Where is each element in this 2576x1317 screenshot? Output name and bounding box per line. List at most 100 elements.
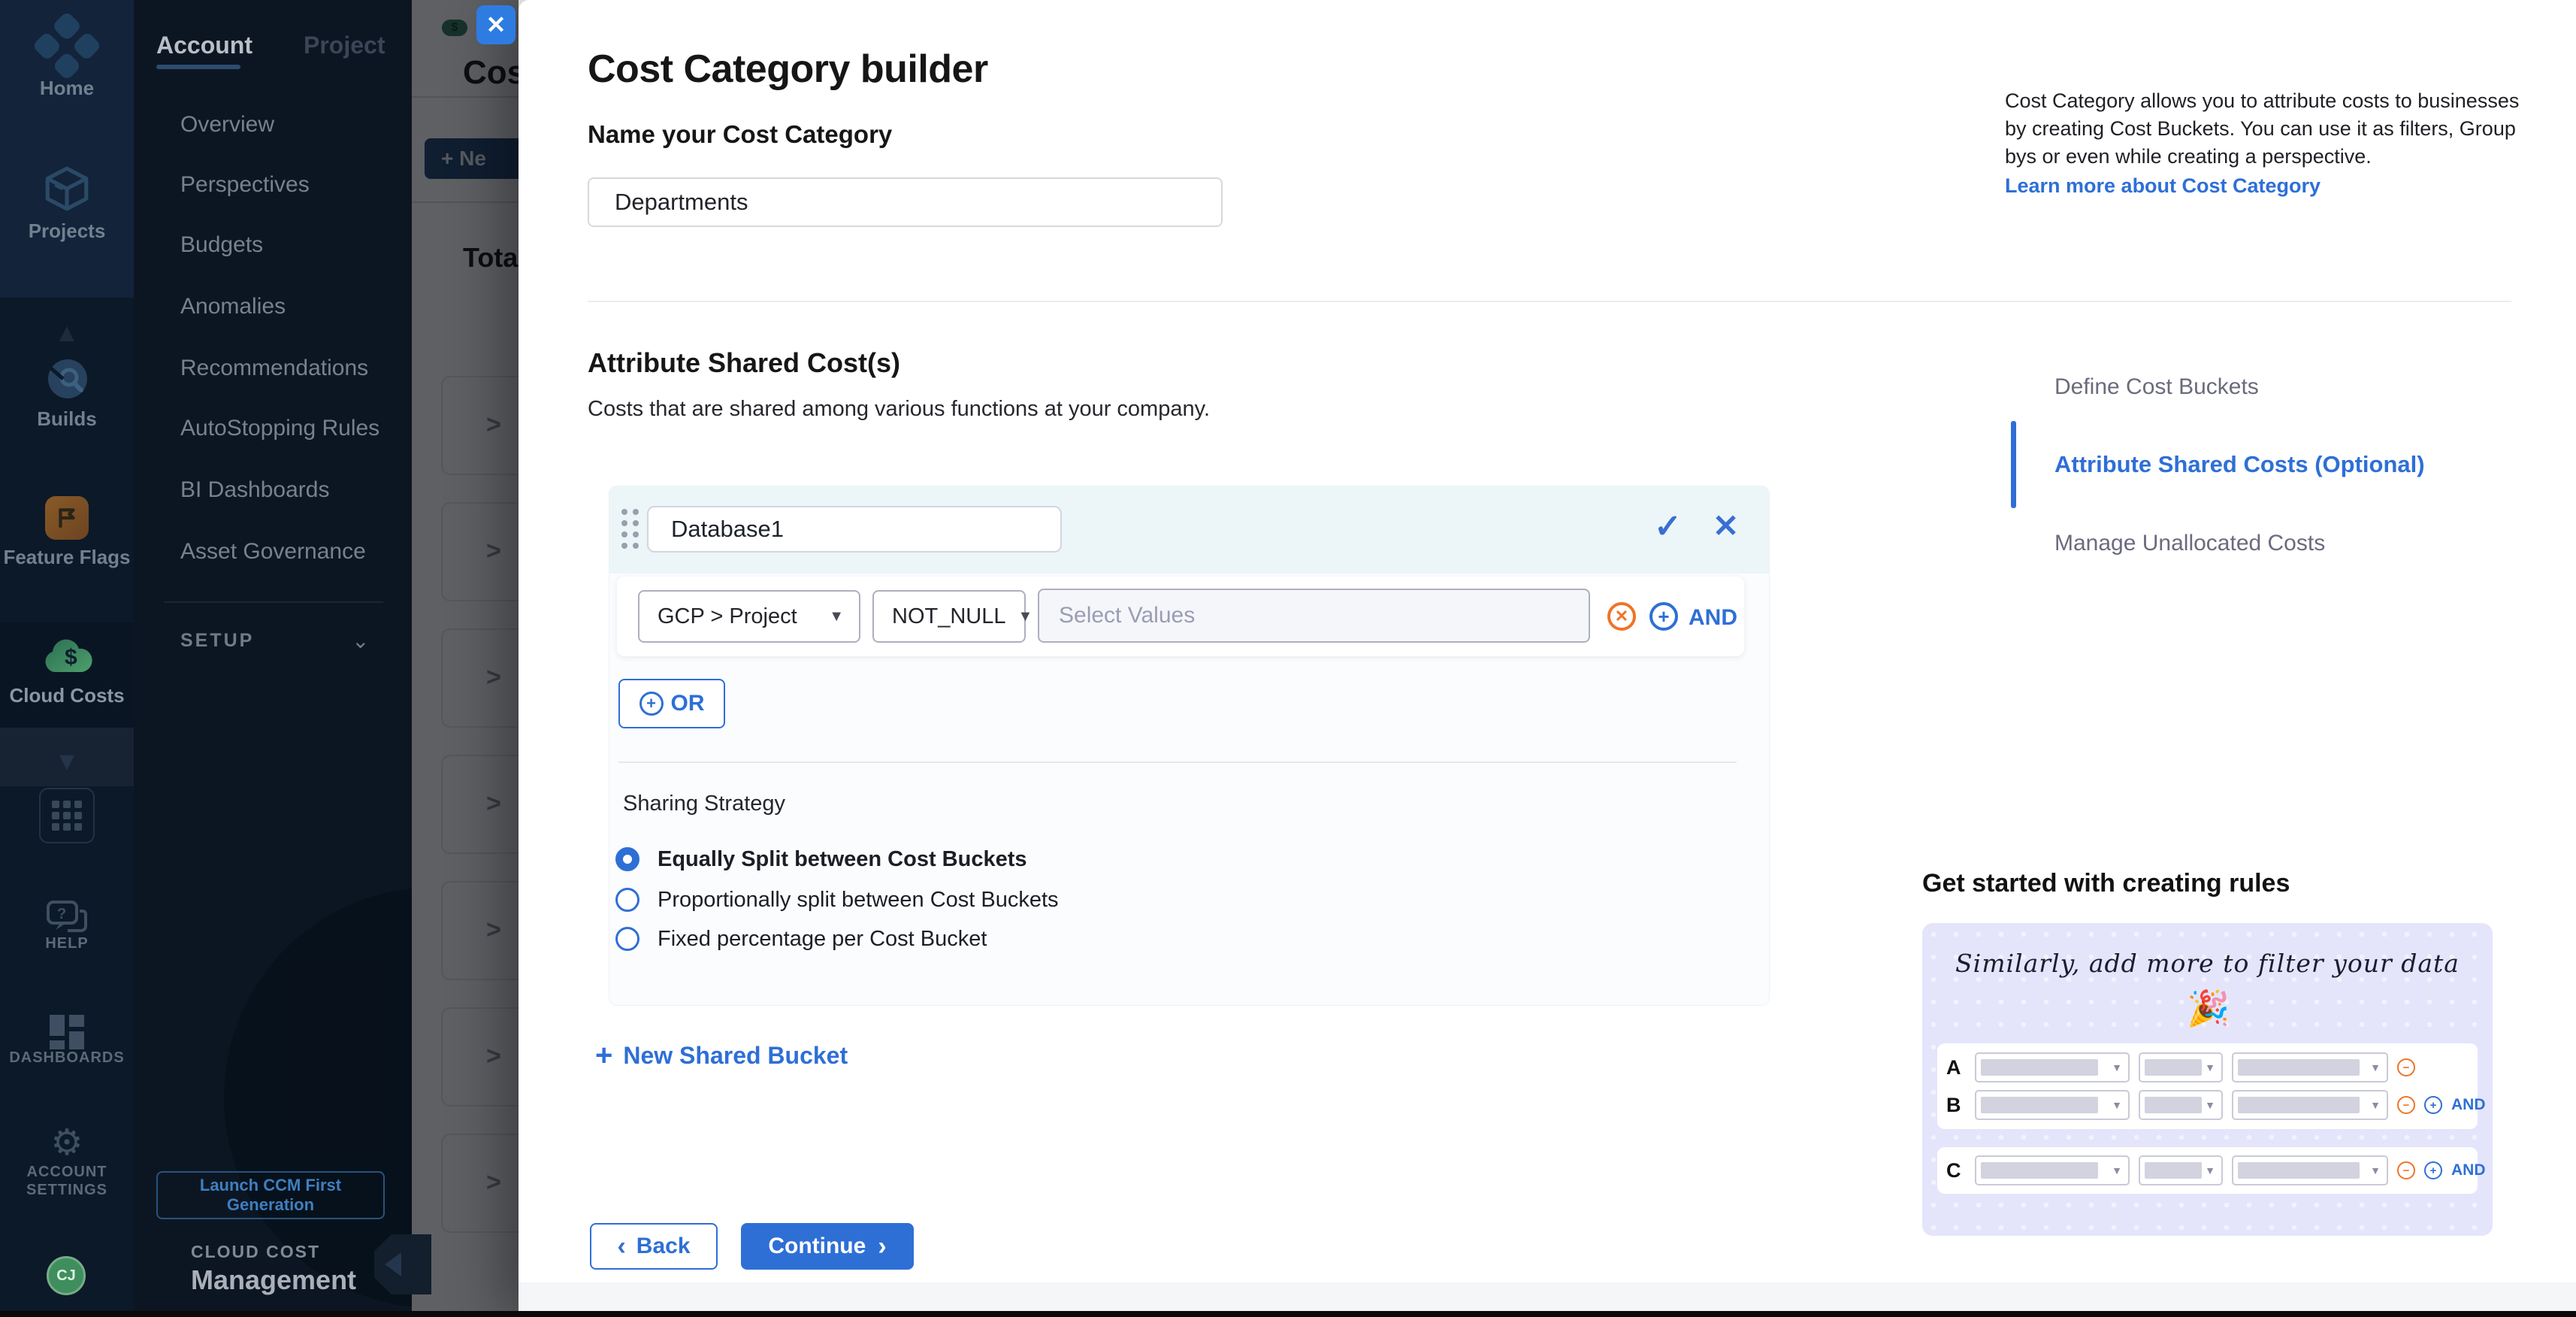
shared-costs-heading: Attribute Shared Cost(s) [588,347,900,379]
plus-circle-icon: + [639,692,664,716]
radio-icon[interactable] [615,927,639,951]
modal-overlay [412,0,519,1317]
sidebar-item-dashboards[interactable]: DASHBOARDS [0,1049,134,1067]
collapse-up-icon[interactable]: ▲ [0,319,134,348]
module-nav: Home Projects ▲ Builds Feature Flags $ C… [0,0,134,1317]
and-label[interactable]: AND [1689,605,1737,631]
radio-option-equal[interactable]: Equally Split between Cost Buckets [615,844,1027,874]
flag-icon[interactable] [45,496,89,540]
and-label: AND [2451,1096,2486,1114]
nav-item-perspectives[interactable]: Perspectives [180,162,406,207]
sidebar-item-projects[interactable]: Projects [0,220,134,243]
row-letter: A [1946,1056,1966,1079]
plus-circle-icon: + [2424,1096,2442,1114]
plus-icon: + [595,1039,612,1073]
back-button[interactable]: ‹ Back [590,1223,718,1270]
nav-item-anomalies[interactable]: Anomalies [180,284,406,329]
nav-item-bi-dashboards[interactable]: BI Dashboards [180,468,406,513]
product-label: CLOUD COST [191,1242,320,1262]
avatar[interactable]: CJ [47,1256,86,1295]
chat-help-icon[interactable]: ? [45,899,89,938]
new-shared-bucket-button[interactable]: + New Shared Bucket [595,1039,848,1073]
shared-costs-description: Costs that are shared among various func… [588,397,1210,422]
nav-item-recommendations[interactable]: Recommendations [180,346,406,391]
chevron-down-icon[interactable]: ⌄ [352,628,369,653]
radio-label: Fixed percentage per Cost Bucket [658,927,987,952]
cost-category-builder-drawer: Cost Category builder Name your Cost Cat… [519,0,2576,1317]
sidebar-item-account-settings-line2[interactable]: SETTINGS [0,1182,134,1199]
divider [618,761,1737,763]
illustration-row-c: C ▼ ▼ ▼ − + AND [1946,1154,2486,1187]
bucket-name-input[interactable] [647,506,1062,553]
launch-ccm-first-gen-button[interactable]: Launch CCM First Generation [156,1171,385,1219]
shared-bucket-card: ✓ ✕ GCP > Project ▼ NOT_NULL ▼ ✕ + AND +… [609,486,1769,1005]
help-description: Cost Category allows you to attribute co… [2005,87,2523,171]
row-letter: B [1946,1094,1966,1117]
row-letter: C [1946,1159,1966,1182]
product-name: Management [191,1264,356,1296]
add-condition-icon[interactable]: + [1649,602,1678,631]
divider [588,301,2511,302]
sidebar-item-account-settings[interactable]: ACCOUNT [0,1164,134,1181]
minus-circle-icon: − [2397,1058,2415,1076]
nav-item-budgets[interactable]: Budgets [180,223,406,268]
sidebar-item-builds[interactable]: Builds [0,407,134,431]
get-started-heading: Get started with creating rules [1922,869,2290,898]
builds-icon[interactable] [44,355,92,403]
collapse-down-icon[interactable]: ▼ [0,747,134,777]
radio-label: Proportionally split between Cost Bucket… [658,888,1059,913]
svg-text:$: $ [65,645,77,670]
learn-more-link[interactable]: Learn more about Cost Category [2005,174,2321,198]
screen-bottom-edge [0,1311,2576,1317]
sidebar-item-cloud-costs[interactable]: Cloud Costs [0,684,134,707]
illustration-row-a: A ▼ ▼ ▼ − [1946,1051,2415,1084]
sidebar-item-home[interactable]: Home [0,77,134,100]
minus-circle-icon: − [2397,1161,2415,1179]
and-label: AND [2451,1161,2486,1179]
plus-circle-icon: + [2424,1161,2442,1179]
radio-option-proportional[interactable]: Proportionally split between Cost Bucket… [615,885,1059,915]
condition-row: GCP > Project ▼ NOT_NULL ▼ ✕ + AND [617,577,1744,656]
nav-divider [164,601,383,603]
radio-selected-icon[interactable] [615,847,639,871]
tab-project[interactable]: Project [304,32,385,59]
radio-option-fixed[interactable]: Fixed percentage per Cost Bucket [615,924,987,954]
cloud-dollar-icon[interactable]: $ [39,633,95,677]
nav-item-autostopping-rules[interactable]: AutoStopping Rules [180,406,406,451]
nav-item-asset-governance[interactable]: Asset Governance [180,529,406,574]
radio-icon[interactable] [615,888,639,912]
sidebar-item-feature-flags[interactable]: Feature Flags [0,546,134,569]
dashboards-icon[interactable] [48,1013,86,1051]
illustration-row-b: B ▼ ▼ ▼ − + AND [1946,1088,2486,1122]
cost-category-name-input[interactable] [588,177,1223,227]
illustration-rule-group: C ▼ ▼ ▼ − + AND [1937,1147,2478,1194]
nav-item-overview[interactable]: Overview [180,102,406,147]
or-label: OR [671,691,705,716]
add-or-button[interactable]: + OR [618,679,725,728]
svg-text:?: ? [57,906,66,922]
cloud-costs-nav: Account Project Overview Perspectives Bu… [134,0,412,1317]
remove-bucket-icon[interactable]: ✕ [1713,507,1739,544]
party-popper-emoji: 🎉 [2187,988,2230,1029]
drawer-close-button[interactable]: ✕ [476,5,516,44]
remove-condition-icon[interactable]: ✕ [1607,602,1636,631]
drag-handle-icon[interactable] [621,509,639,549]
tab-account[interactable]: Account [156,32,252,59]
minus-circle-icon: − [2397,1096,2415,1114]
page-title: Cost Category builder [588,47,988,92]
confirm-icon[interactable]: ✓ [1654,507,1682,546]
continue-button[interactable]: Continue › [741,1223,914,1270]
sidebar-item-help[interactable]: HELP [0,935,134,952]
gear-icon[interactable]: ⚙ [0,1122,134,1164]
step-manage-unallocated-costs[interactable]: Manage Unallocated Costs [2054,531,2325,556]
nav-collapse-handle[interactable] [374,1234,431,1294]
select-values-input[interactable] [1038,589,1590,643]
field-dropdown[interactable]: GCP > Project ▼ [638,590,860,643]
cube-icon[interactable] [42,164,92,213]
operator-dropdown[interactable]: NOT_NULL ▼ [872,590,1026,643]
step-attribute-shared-costs[interactable]: Attribute Shared Costs (Optional) [2054,451,2425,478]
chevron-down-icon: ▼ [829,608,844,625]
step-define-cost-buckets[interactable]: Define Cost Buckets [2054,374,2259,400]
field-dropdown-value: GCP > Project [658,604,797,629]
module-picker-icon[interactable] [39,788,95,843]
